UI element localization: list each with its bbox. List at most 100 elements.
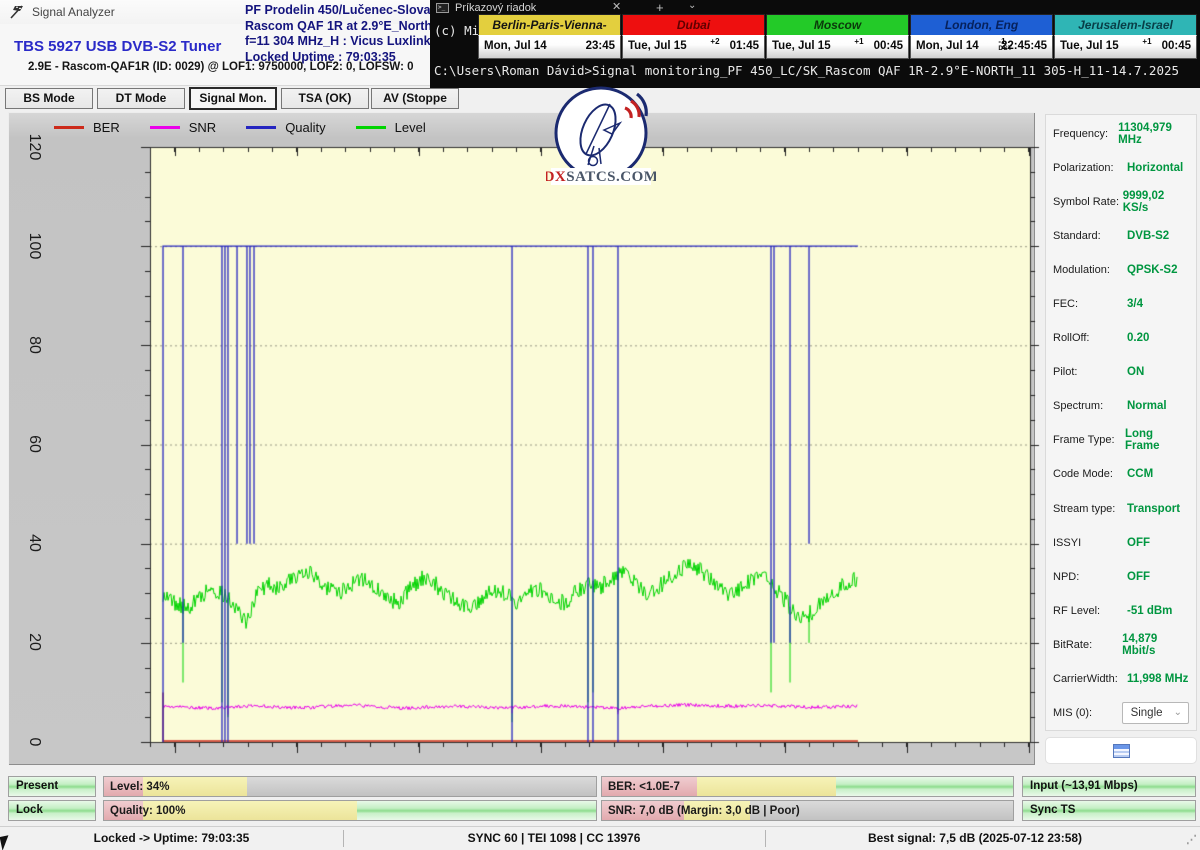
y-tick-label: 80 [22, 327, 46, 363]
new-tab-icon[interactable]: + [656, 0, 664, 15]
param-row: Standard:DVB-S2 [1053, 225, 1189, 247]
console-tab[interactable]: >_ Príkazový riadok [436, 1, 536, 14]
clock-utc-offset: +1 [854, 37, 863, 46]
param-row: FEC:3/4 [1053, 293, 1189, 315]
ber-bar-text: BER: <1.0E-7 [608, 778, 680, 796]
clock-utc-offset: +1 [1142, 37, 1151, 46]
ber-line-swatch [54, 126, 84, 129]
signal-chart-frame: BER SNR Quality Level 120 100 80 60 40 2… [8, 112, 1035, 765]
param-value: Transport [1127, 503, 1180, 515]
tab-bs-mode[interactable]: BS Mode [5, 88, 93, 109]
quality-bar: Quality: 100% [103, 800, 597, 821]
console-command-line: C:\Users\Roman Dávid>Signal monitoring_P… [434, 63, 1179, 78]
param-value: -51 dBm [1127, 605, 1172, 617]
tab-tsa[interactable]: TSA (OK) [281, 88, 369, 109]
mis-dropdown[interactable]: Single ⌄ [1122, 702, 1189, 724]
input-indicator: Input (~13,91 Mbps) [1022, 776, 1196, 797]
param-row: BitRate:14,879 Mbit/s [1053, 634, 1189, 656]
clock-time-row: Tue, Jul 15 +2 01:45 [622, 35, 765, 59]
param-row: Frequency:11304,979 MHz [1053, 123, 1189, 145]
mis-label: MIS (0): [1053, 707, 1122, 719]
snr-line-swatch [150, 126, 180, 129]
resize-grip-icon[interactable]: ⋰ [1186, 833, 1198, 846]
param-value: 11,998 MHz [1127, 673, 1188, 685]
command-prompt-window: >_ Príkazový riadok ✕ + ⌄ (c) Mi Berlin-… [430, 0, 1200, 88]
ber-bar-fill-yellow [697, 777, 837, 796]
clock-berlin: Berlin-Paris-Vienna-Roma Mon, Jul 14 23:… [478, 14, 621, 59]
y-tick-label: 20 [22, 624, 46, 660]
param-value: QPSK-S2 [1127, 264, 1178, 276]
param-row: Polarization:Horizontal [1053, 157, 1189, 179]
console-tab-title: Príkazový riadok [455, 2, 536, 14]
clock-time-row: Mon, Jul 14 -1DST 22:45:45 [910, 35, 1053, 59]
clock-london: London, Eng Mon, Jul 14 -1DST 22:45:45 [910, 14, 1053, 59]
y-tick-label: 40 [22, 525, 46, 561]
site-line: f=11 304 MHz_H : Vicus Luxlink [245, 34, 448, 50]
param-row: RF Level:-51 dBm [1053, 600, 1189, 622]
clock-time: 23:45 [586, 40, 615, 52]
clock-time: 01:45 [730, 40, 759, 52]
quality-bar-text: Quality: 100% [110, 802, 185, 820]
param-row: Symbol Rate:9999,02 KS/s [1053, 191, 1189, 213]
quality-line-swatch [246, 126, 276, 129]
chevron-down-icon[interactable]: ⌄ [688, 0, 696, 11]
param-value: 14,879 Mbit/s [1122, 633, 1189, 657]
level-bar: Level: 34% [103, 776, 597, 797]
app-icon [9, 4, 25, 20]
param-row: Spectrum:Normal [1053, 395, 1189, 417]
clock-city: Berlin-Paris-Vienna-Roma [478, 14, 621, 35]
param-row: Pilot:ON [1053, 361, 1189, 383]
param-row: NPD:OFF [1053, 566, 1189, 588]
status-sync-counters: SYNC 60 | TEI 1098 | CC 13976 [343, 831, 765, 845]
site-line: Locked Uptime : 79:03:35 [245, 50, 448, 66]
status-best-signal: Best signal: 7,5 dB (2025-07-12 23:58) [765, 831, 1185, 845]
signal-chart-canvas [138, 133, 1043, 761]
ts-panel-button[interactable] [1045, 737, 1197, 764]
world-clocks: Berlin-Paris-Vienna-Roma Mon, Jul 14 23:… [478, 14, 1197, 59]
tab-av[interactable]: AV (Stoppe [371, 88, 459, 109]
clock-moscow: Moscow Tue, Jul 15 +1 00:45 [766, 14, 909, 59]
quality-bar-fill-green [357, 801, 596, 820]
close-icon[interactable]: ✕ [612, 0, 621, 13]
clock-utc-offset: +2 [710, 37, 719, 46]
level-line-swatch [356, 126, 386, 129]
legend-item-ber: BER [54, 120, 120, 135]
cmd-icon: >_ [436, 3, 449, 13]
clock-date: Mon, Jul 14 [916, 40, 979, 52]
param-value: DVB-S2 [1127, 230, 1169, 242]
clock-date: Tue, Jul 15 [628, 40, 687, 52]
status-uptime: Locked -> Uptime: 79:03:35 [0, 831, 343, 845]
param-value: OFF [1127, 571, 1150, 583]
clock-dubai: Dubai Tue, Jul 15 +2 01:45 [622, 14, 765, 59]
param-value: CCM [1127, 468, 1153, 480]
param-value: 3/4 [1127, 298, 1143, 310]
clock-date: Tue, Jul 15 [772, 40, 831, 52]
mis-row: MIS (0): Single ⌄ [1053, 702, 1189, 724]
lock-indicator: Lock [8, 800, 96, 821]
clock-date: Mon, Jul 14 [484, 40, 547, 52]
tuner-title: TBS 5927 USB DVB-S2 Tuner [14, 38, 221, 55]
clock-date: Tue, Jul 15 [1060, 40, 1119, 52]
y-tick-label: 120 [22, 129, 46, 165]
legend-label: BER [93, 120, 120, 135]
y-tick-label: 0 [22, 724, 46, 760]
clock-city: Dubai [622, 14, 765, 35]
tab-dt-mode[interactable]: DT Mode [97, 88, 185, 109]
ber-bar: BER: <1.0E-7 [601, 776, 1014, 797]
table-icon [1113, 744, 1130, 758]
param-value: Horizontal [1127, 162, 1183, 174]
param-row: CarrierWidth:11,998 MHz [1053, 668, 1189, 690]
site-line: PF Prodelin 450/Lučenec-Slovakia [245, 3, 448, 19]
dxsatcs-logo: DXSATCS.COM [546, 86, 656, 188]
clock-jerusalem: Jerusalem-Israel Tue, Jul 15 +1 00:45 [1054, 14, 1197, 59]
snr-bar-text: SNR: 7,0 dB (Margin: 3,0 dB | Poor) [608, 802, 800, 820]
param-value: 0.20 [1127, 332, 1149, 344]
svg-text:DXSATCS.COM: DXSATCS.COM [546, 169, 656, 185]
param-row: Modulation:QPSK-S2 [1053, 259, 1189, 281]
console-copyright: (c) Mi [434, 23, 479, 38]
param-value: Long Frame [1125, 428, 1189, 452]
snr-bar: SNR: 7,0 dB (Margin: 3,0 dB | Poor) [601, 800, 1014, 821]
sync-ts-indicator: Sync TS [1022, 800, 1196, 821]
present-indicator: Present [8, 776, 96, 797]
tab-signal-mon[interactable]: Signal Mon. [189, 87, 277, 110]
